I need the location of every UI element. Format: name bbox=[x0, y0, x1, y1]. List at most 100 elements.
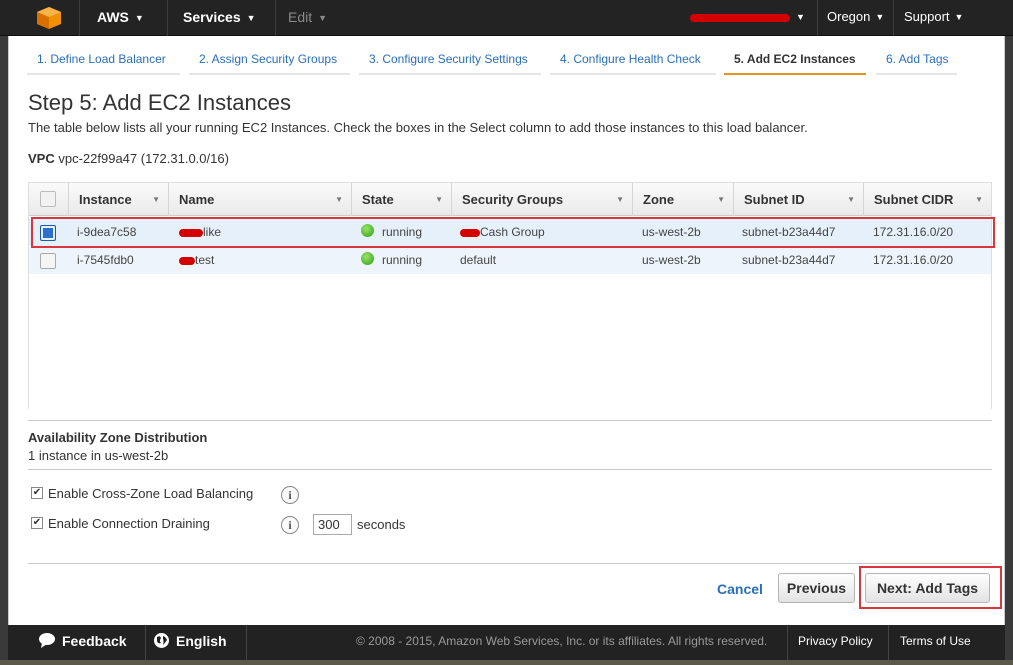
sort-icon: ▼ bbox=[717, 195, 725, 204]
step-add-tags[interactable]: 6. Add Tags bbox=[876, 50, 957, 75]
subnet-id-cell: subnet-b23a44d7 bbox=[742, 253, 836, 267]
account-menu[interactable]: ▼ bbox=[690, 0, 805, 36]
redacted-group-name bbox=[460, 228, 480, 237]
cross-zone-checkbox[interactable]: ✔ bbox=[31, 486, 43, 499]
chevron-down-icon: ▼ bbox=[134, 13, 144, 23]
sort-icon: ▼ bbox=[847, 195, 855, 204]
running-status-icon bbox=[361, 224, 374, 238]
column-header-state[interactable]: State ▼ bbox=[352, 183, 452, 216]
info-icon[interactable]: i bbox=[281, 486, 299, 504]
previous-button[interactable]: Previous bbox=[778, 573, 855, 603]
top-nav-bar: AWS ▼ Services ▼ Edit ▼ ▼ Oregon ▼ Support ▼ bbox=[0, 0, 1013, 36]
instances-table: Instance ▼ Name ▼ State ▼ Security Groups ▼ … bbox=[28, 182, 992, 409]
subnet-cidr-cell: 172.31.16.0/20 bbox=[873, 225, 954, 239]
table-row[interactable]: i-7545fdb0 test running default us-west-… bbox=[29, 247, 991, 274]
services-menu[interactable]: Services ▼ bbox=[183, 0, 256, 36]
privacy-policy-link[interactable]: Privacy Policy bbox=[798, 625, 873, 660]
name-cell: test bbox=[179, 247, 214, 274]
nav-divider bbox=[167, 0, 168, 36]
terms-of-use-link[interactable]: Terms of Use bbox=[900, 625, 971, 660]
vpc-label: VPC bbox=[28, 151, 55, 166]
next-button-highlight bbox=[859, 566, 1002, 609]
sort-icon: ▼ bbox=[975, 195, 983, 204]
chevron-down-icon: ▼ bbox=[796, 12, 805, 22]
nav-divider bbox=[79, 0, 80, 36]
column-header-subnet-cidr[interactable]: Subnet CIDR ▼ bbox=[864, 183, 991, 216]
wizard-panel: 1. Define Load Balancer 2. Assign Securi… bbox=[8, 36, 1005, 625]
page-subtitle: The table below lists all your running E… bbox=[28, 120, 808, 135]
nav-divider bbox=[275, 0, 276, 36]
redacted-name bbox=[179, 256, 195, 265]
column-header-name[interactable]: Name ▼ bbox=[169, 183, 352, 216]
redacted-account-name bbox=[690, 13, 790, 22]
instance-id-cell: i-9dea7c58 bbox=[77, 225, 137, 239]
availability-zone-title: Availability Zone Distribution bbox=[28, 430, 208, 445]
globe-icon bbox=[154, 632, 169, 648]
step-configure-security-settings[interactable]: 3. Configure Security Settings bbox=[359, 50, 541, 75]
subnet-cidr-cell: 172.31.16.0/20 bbox=[873, 253, 954, 267]
footer-divider bbox=[787, 625, 788, 660]
footer-bar: Feedback English © 2008 - 2015, Amazon W… bbox=[8, 625, 1005, 660]
section-divider bbox=[28, 563, 992, 564]
instance-id-cell: i-7545fdb0 bbox=[77, 253, 134, 267]
cross-zone-label: Enable Cross-Zone Load Balancing bbox=[48, 486, 254, 501]
sort-icon: ▼ bbox=[616, 195, 624, 204]
nav-divider bbox=[817, 0, 818, 36]
availability-zone-text: 1 instance in us-west-2b bbox=[28, 448, 169, 463]
footer-divider bbox=[888, 625, 889, 660]
step-configure-health-check[interactable]: 4. Configure Health Check bbox=[550, 50, 716, 75]
chevron-down-icon: ▼ bbox=[875, 12, 885, 22]
chevron-down-icon: ▼ bbox=[954, 12, 964, 22]
section-divider bbox=[28, 469, 992, 470]
chevron-down-icon: ▼ bbox=[246, 13, 256, 23]
draining-timeout-input[interactable] bbox=[313, 514, 352, 535]
table-row[interactable]: i-9dea7c58 like running Cash Group us-we… bbox=[29, 219, 991, 246]
support-menu[interactable]: Support ▼ bbox=[904, 0, 963, 36]
connection-draining-option: ✔ Enable Connection Draining bbox=[31, 516, 210, 531]
vpc-info: VPC vpc-22f99a47 (172.31.0.0/16) bbox=[28, 151, 229, 166]
cancel-button[interactable]: Cancel bbox=[717, 581, 763, 597]
page-title: Step 5: Add EC2 Instances bbox=[28, 90, 291, 115]
select-all-header bbox=[29, 183, 69, 216]
row-select-checkbox[interactable] bbox=[40, 225, 56, 241]
security-groups-cell: default bbox=[460, 253, 497, 267]
connection-draining-checkbox[interactable]: ✔ bbox=[31, 516, 43, 529]
footer-divider bbox=[246, 625, 247, 660]
redacted-name bbox=[179, 228, 203, 237]
step-define-load-balancer[interactable]: 1. Define Load Balancer bbox=[27, 50, 180, 75]
column-header-security-groups[interactable]: Security Groups ▼ bbox=[452, 183, 633, 216]
running-status-icon bbox=[361, 252, 374, 266]
select-all-checkbox[interactable] bbox=[40, 191, 56, 207]
vpc-value: vpc-22f99a47 (172.31.0.0/16) bbox=[58, 151, 229, 166]
info-icon[interactable]: i bbox=[281, 516, 299, 534]
region-menu[interactable]: Oregon ▼ bbox=[827, 0, 884, 36]
zone-cell: us-west-2b bbox=[642, 253, 701, 267]
subnet-id-cell: subnet-b23a44d7 bbox=[742, 225, 836, 239]
connection-draining-label: Enable Connection Draining bbox=[48, 516, 210, 531]
column-header-zone[interactable]: Zone ▼ bbox=[633, 183, 734, 216]
copyright-text: © 2008 - 2015, Amazon Web Services, Inc.… bbox=[356, 634, 768, 648]
nav-divider bbox=[893, 0, 894, 36]
table-header: Instance ▼ Name ▼ State ▼ Security Groups ▼ … bbox=[29, 183, 991, 216]
state-cell: running bbox=[361, 247, 422, 274]
column-header-instance[interactable]: Instance ▼ bbox=[69, 183, 169, 216]
seconds-label: seconds bbox=[357, 517, 406, 532]
aws-cube-logo-icon[interactable] bbox=[36, 6, 62, 30]
security-groups-cell: Cash Group bbox=[460, 219, 545, 246]
column-header-subnet-id[interactable]: Subnet ID ▼ bbox=[734, 183, 864, 216]
speech-bubble-icon bbox=[39, 633, 55, 649]
sort-icon: ▼ bbox=[435, 195, 443, 204]
zone-cell: us-west-2b bbox=[642, 225, 701, 239]
chevron-down-icon: ▼ bbox=[318, 13, 328, 23]
window-bottom-edge bbox=[0, 660, 1013, 665]
section-divider bbox=[28, 420, 992, 421]
edit-menu[interactable]: Edit ▼ bbox=[288, 0, 327, 36]
step-add-ec2-instances[interactable]: 5. Add EC2 Instances bbox=[724, 50, 866, 75]
step-assign-security-groups[interactable]: 2. Assign Security Groups bbox=[189, 50, 350, 75]
footer-divider bbox=[145, 625, 146, 660]
language-selector[interactable]: English bbox=[153, 625, 227, 660]
sort-icon: ▼ bbox=[152, 195, 160, 204]
row-select-checkbox[interactable] bbox=[40, 253, 56, 269]
feedback-link[interactable]: Feedback bbox=[38, 625, 127, 660]
aws-menu[interactable]: AWS ▼ bbox=[97, 0, 144, 36]
